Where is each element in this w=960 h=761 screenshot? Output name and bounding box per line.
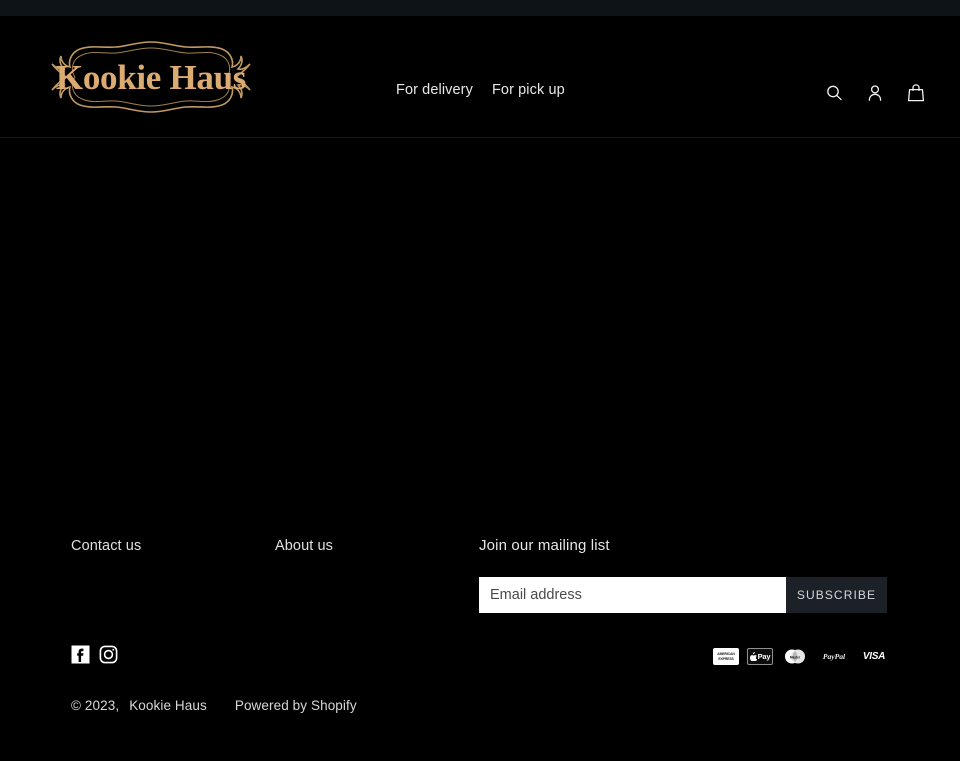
paypal-label: PayPal: [822, 652, 846, 661]
main-navigation: For delivery For pick up: [396, 82, 565, 98]
apple-pay-icon: Pay: [747, 648, 773, 665]
header-icon-group: [823, 81, 927, 105]
copyright-brand-link[interactable]: Kookie Haus: [129, 698, 207, 713]
top-strip: [0, 0, 960, 16]
site-footer: Contact us About us Join our mailing lis…: [0, 499, 960, 761]
amex-icon: AMERICAN EXPRESS: [713, 648, 739, 665]
amex-line-2: EXPRESS: [718, 657, 734, 661]
account-icon[interactable]: [864, 81, 886, 105]
footer-column-contact: Contact us: [71, 537, 275, 613]
nav-for-pick-up[interactable]: For pick up: [492, 82, 565, 98]
footer-bottom-row: AMERICAN EXPRESS Pay Master PayPal VISA: [71, 645, 889, 665]
site-header: Kookie Haus For delivery For pick up: [0, 16, 960, 138]
footer-link-contact-us[interactable]: Contact us: [71, 538, 141, 554]
mastercard-icon: Master: [781, 648, 809, 665]
facebook-icon[interactable]: [71, 645, 90, 664]
visa-label: VISA: [862, 651, 886, 662]
paypal-icon: PayPal: [817, 648, 851, 665]
copyright-row: © 2023, Kookie Haus Powered by Shopify: [71, 698, 357, 713]
amex-line-1: AMERICAN: [717, 652, 735, 656]
footer-column-newsletter: Join our mailing list SUBSCRIBE: [479, 537, 889, 613]
apple-pay-label: Pay: [757, 652, 771, 661]
subscribe-button[interactable]: SUBSCRIBE: [786, 577, 887, 613]
footer-column-about: About us: [275, 537, 479, 613]
mastercard-label: Master: [790, 655, 801, 659]
footer-columns: Contact us About us Join our mailing lis…: [71, 537, 889, 613]
main-content-area: [0, 139, 960, 499]
instagram-icon[interactable]: [99, 645, 118, 664]
logo-cartouche-icon: Kookie Haus: [51, 41, 251, 113]
site-logo[interactable]: Kookie Haus: [42, 38, 260, 116]
logo-wordmark: Kookie Haus: [56, 58, 246, 97]
newsletter-form: SUBSCRIBE: [479, 577, 887, 613]
nav-for-delivery[interactable]: For delivery: [396, 82, 473, 98]
email-input[interactable]: [479, 577, 786, 613]
visa-icon: VISA: [859, 648, 889, 665]
cart-icon[interactable]: [905, 81, 927, 105]
payment-methods: AMERICAN EXPRESS Pay Master PayPal VISA: [713, 648, 889, 665]
footer-link-about-us[interactable]: About us: [275, 538, 333, 554]
page-root: Kookie Haus For delivery For pick up Con…: [0, 0, 960, 761]
newsletter-heading: Join our mailing list: [479, 537, 610, 554]
search-icon[interactable]: [823, 81, 845, 105]
powered-by-shopify-link[interactable]: Powered by Shopify: [235, 698, 357, 713]
copyright-year: © 2023,: [71, 698, 120, 713]
